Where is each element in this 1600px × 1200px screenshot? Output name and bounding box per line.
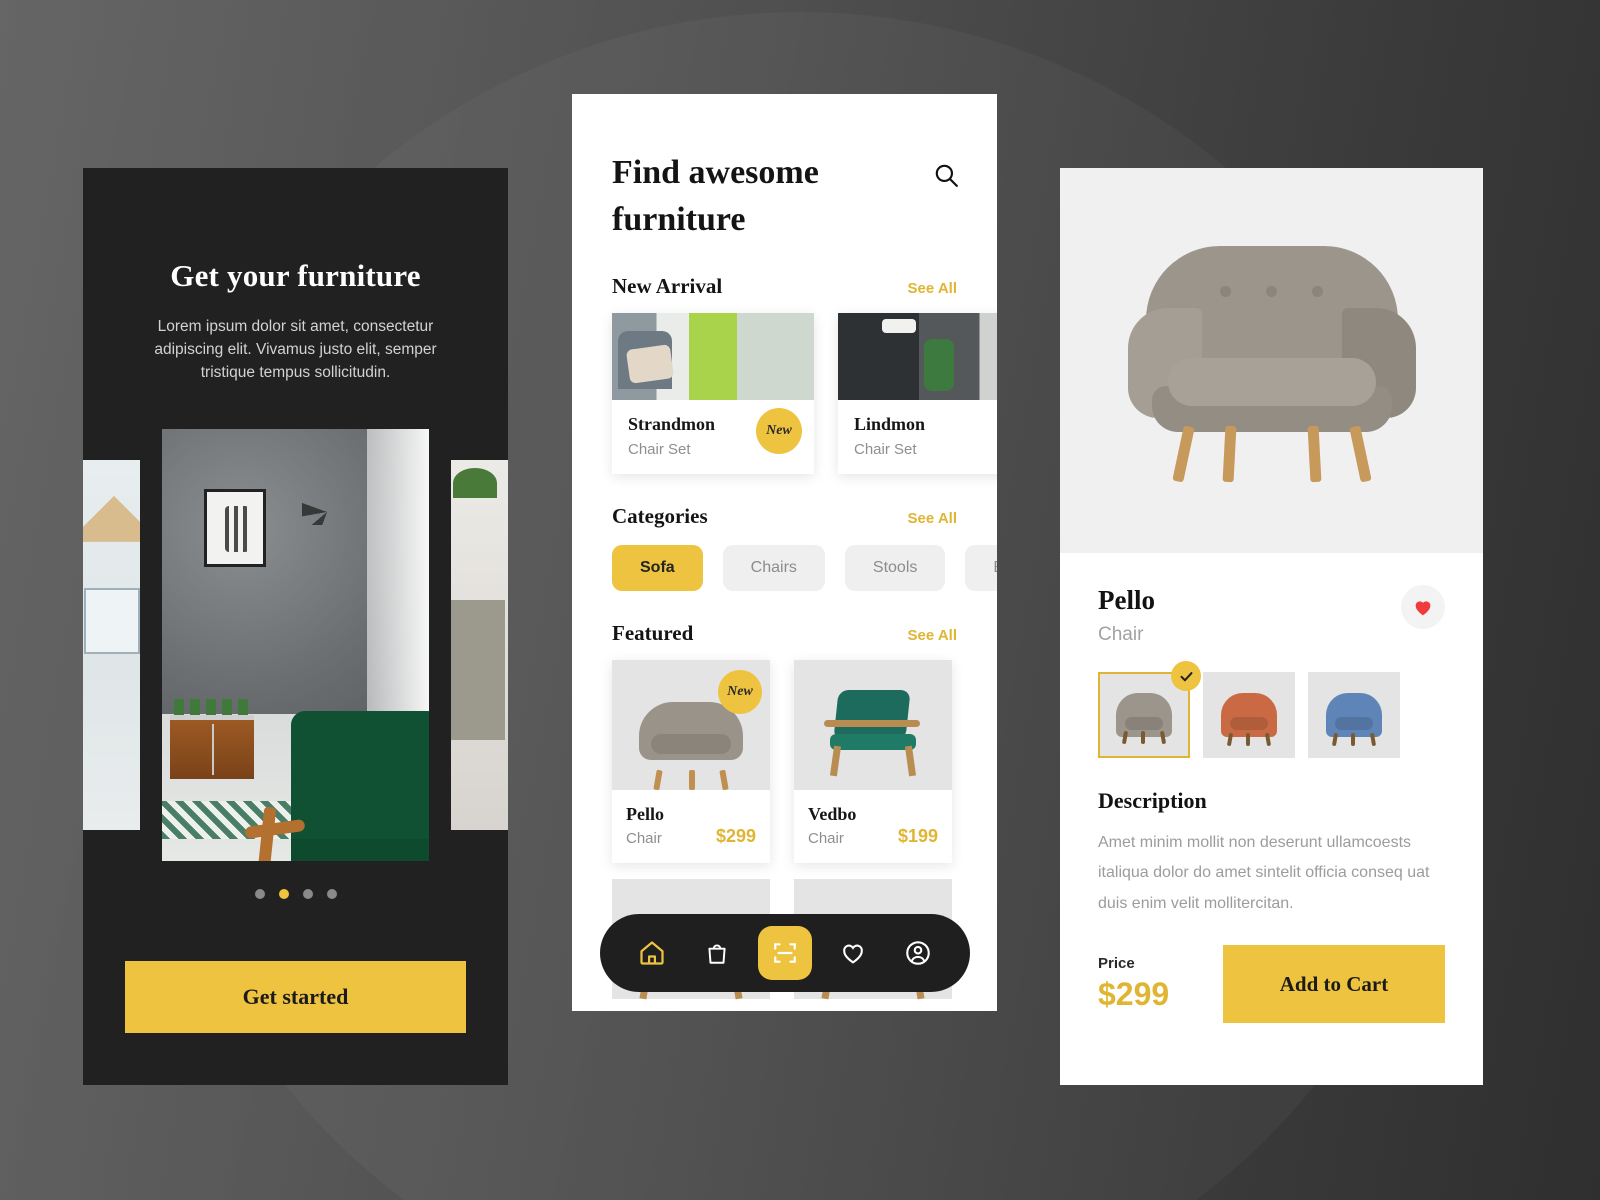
listing-screen: Find awesome furniture New Arrival See A… (572, 94, 997, 1011)
new-badge: New (756, 407, 802, 454)
categories-see-all[interactable]: See All (908, 510, 957, 527)
search-icon[interactable] (933, 162, 959, 193)
featured-title: Featured (612, 620, 694, 645)
description-text: Amet minim mollit non deserunt ullamcoes… (1098, 834, 1430, 912)
featured-price: $299 (715, 825, 756, 846)
categories-title: Categories (612, 503, 708, 528)
featured-name: Pello (626, 803, 664, 824)
check-icon (1171, 661, 1201, 691)
featured-thumbnail (794, 659, 952, 790)
category-chip-chairs[interactable]: Chairs (722, 544, 825, 591)
category-chip-sofa[interactable]: Sofa (612, 544, 703, 591)
carousel-slide-prev[interactable] (83, 459, 140, 830)
featured-see-all[interactable]: See All (908, 627, 957, 644)
price-value: $299 (1098, 976, 1170, 1013)
carousel-dot[interactable] (254, 888, 265, 899)
featured-card[interactable]: New Pello Chair $299 (612, 659, 770, 863)
variant-swatches[interactable] (1098, 661, 1445, 758)
category-chip-benches[interactable]: Benches (965, 544, 997, 591)
nav-home[interactable] (629, 930, 675, 976)
carousel-dots[interactable] (254, 888, 337, 899)
new-badge: New (718, 669, 762, 714)
categories-header: Categories See All (572, 504, 997, 529)
featured-header: Featured See All (572, 621, 997, 646)
new-arrival-see-all[interactable]: See All (908, 280, 957, 297)
category-chip-stools[interactable]: Stools (844, 544, 946, 591)
new-arrival-title: New Arrival (612, 273, 723, 298)
product-detail-screen: Pello Chair Description Amet minim molli… (1060, 168, 1483, 1085)
variant-swatch-grey[interactable] (1098, 661, 1201, 758)
arrival-thumbnail (838, 312, 997, 400)
product-category: Chair (1098, 624, 1144, 645)
nav-bag[interactable] (694, 930, 740, 976)
carousel-dot-active[interactable] (278, 888, 289, 899)
nav-scan[interactable] (757, 926, 812, 980)
heart-icon (1415, 601, 1431, 616)
listing-title: Find awesome furniture (612, 154, 819, 238)
arrival-thumbnail (612, 312, 814, 400)
featured-name: Vedbo (808, 803, 857, 824)
carousel-dot[interactable] (302, 888, 313, 899)
product-hero-image (1060, 168, 1483, 553)
carousel-slide-next[interactable] (451, 459, 508, 830)
get-started-button[interactable]: Get started (125, 960, 466, 1033)
favorite-button[interactable] (1401, 585, 1445, 629)
onboarding-title: Get your furniture (170, 258, 421, 293)
featured-subtitle: Chair (808, 829, 844, 847)
featured-list[interactable]: New Pello Chair $299 Vedbo Chair $199 (572, 659, 997, 863)
add-to-cart-button[interactable]: Add to Cart (1223, 945, 1445, 1024)
variant-swatch-blue[interactable] (1308, 672, 1400, 758)
carousel-dot[interactable] (326, 888, 337, 899)
listing-header: Find awesome furniture (572, 94, 997, 244)
nav-favorites[interactable] (830, 930, 876, 976)
arrival-name: Lindmon (854, 413, 926, 434)
featured-price: $199 (897, 825, 938, 846)
description-title: Description (1098, 788, 1207, 813)
carousel-slide-active[interactable] (162, 428, 429, 861)
featured-subtitle: Chair (626, 829, 662, 847)
arrival-card[interactable]: Lindmon Chair Set (838, 312, 997, 474)
arrival-subtitle: Chair Set (854, 440, 917, 458)
product-name: Pello (1098, 585, 1155, 615)
category-chips[interactable]: Sofa Chairs Stools Benches (572, 544, 997, 591)
new-arrival-header: New Arrival See All (572, 274, 997, 299)
arrival-card[interactable]: Strandmon Chair Set New (612, 312, 814, 474)
featured-card[interactable]: Vedbo Chair $199 (794, 659, 952, 863)
onboarding-carousel[interactable] (83, 428, 508, 861)
onboarding-subtitle: Lorem ipsum dolor sit amet, consectetur … (154, 318, 437, 381)
onboarding-screen: Get your furniture Lorem ipsum dolor sit… (83, 168, 508, 1085)
bottom-navigation[interactable] (600, 914, 970, 992)
featured-thumbnail: New (612, 659, 770, 791)
nav-profile[interactable] (895, 930, 941, 976)
variant-swatch-orange[interactable] (1203, 672, 1295, 758)
price-label: Price (1098, 955, 1135, 973)
new-arrival-list[interactable]: Strandmon Chair Set New Lindmon Chair Se… (572, 312, 997, 474)
